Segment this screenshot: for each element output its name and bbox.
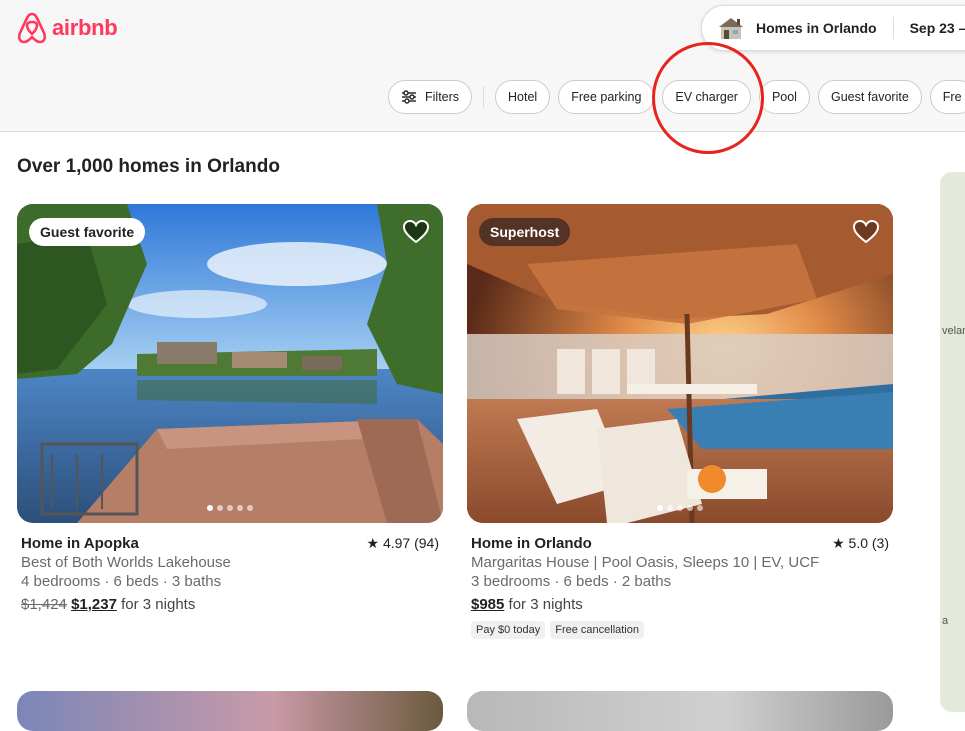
carousel-dot[interactable] bbox=[677, 505, 683, 511]
carousel-dot[interactable] bbox=[237, 505, 243, 511]
map-label: a bbox=[942, 615, 949, 627]
listing-info: Home in Orlando ★ 5.0 (3) Margaritas Hou… bbox=[467, 523, 893, 639]
listing-photo[interactable]: Guest favorite bbox=[17, 204, 443, 523]
listing-name: Best of Both Worlds Lakehouse bbox=[21, 554, 231, 571]
rating-value: 4.97 (94) bbox=[382, 535, 439, 551]
sliders-icon bbox=[402, 90, 416, 104]
airbnb-logo-icon bbox=[17, 12, 47, 44]
listing-rating: ★ 4.97 (94) bbox=[367, 535, 440, 552]
search-location[interactable]: Homes in Orlando bbox=[756, 20, 877, 36]
map-panel[interactable]: velan a bbox=[940, 172, 965, 712]
carousel-dot[interactable] bbox=[217, 505, 223, 511]
house-thumbnail-icon bbox=[719, 18, 743, 39]
heart-icon[interactable] bbox=[403, 219, 429, 245]
listing-price: $985 for 3 nights bbox=[471, 596, 889, 613]
filter-pill-hotel[interactable]: Hotel bbox=[495, 80, 551, 114]
listing-title: Home in Apopka bbox=[21, 535, 139, 552]
photo-carousel-dots bbox=[17, 505, 443, 511]
price-duration: for 3 nights bbox=[508, 596, 583, 613]
star-icon: ★ bbox=[832, 535, 845, 551]
listing-name: Margaritas House | Pool Oasis, Sleeps 10… bbox=[471, 554, 820, 571]
filter-pill-truncated[interactable]: Fre bbox=[929, 80, 965, 114]
filters-label: Filters bbox=[425, 90, 460, 104]
filter-pill-free-parking[interactable]: Free parking bbox=[558, 80, 655, 114]
listing-card-preview[interactable] bbox=[467, 691, 893, 731]
listing-title: Home in Orlando bbox=[471, 535, 592, 552]
listing-price: $1,424 $1,237 for 3 nights bbox=[21, 596, 439, 613]
listing-card[interactable]: Superhost Home in Orlando ★ 5.0 (3) Marg… bbox=[467, 204, 893, 639]
guest-favorite-badge: Guest favorite bbox=[29, 218, 146, 246]
filter-pill-ev-charger[interactable]: EV charger bbox=[662, 80, 751, 114]
listing-info: Home in Apopka ★ 4.97 (94) Best of Both … bbox=[17, 523, 443, 613]
search-dates[interactable]: Sep 23 – 2 bbox=[910, 20, 965, 36]
brand-name: airbnb bbox=[52, 15, 118, 40]
discounted-price[interactable]: $1,237 bbox=[71, 596, 117, 613]
tag-free-cancellation: Free cancellation bbox=[550, 621, 644, 639]
star-icon: ★ bbox=[366, 535, 380, 551]
filters-button[interactable]: Filters bbox=[388, 80, 473, 114]
tag-pay-today: Pay $0 today bbox=[471, 621, 546, 639]
lakehouse-photo bbox=[17, 204, 443, 523]
pool-patio-photo bbox=[467, 204, 893, 523]
carousel-dot[interactable] bbox=[247, 505, 253, 511]
listing-details: 3 bedrooms · 6 beds · 2 baths bbox=[471, 573, 672, 590]
heart-icon[interactable] bbox=[853, 219, 879, 245]
price-duration: for 3 nights bbox=[121, 596, 196, 613]
listing-photo[interactable]: Superhost bbox=[467, 204, 893, 523]
filter-bar: Filters Hotel Free parking EV charger Po… bbox=[388, 80, 965, 114]
carousel-dot[interactable] bbox=[657, 505, 663, 511]
filter-pill-guest-favorite[interactable]: Guest favorite bbox=[817, 80, 922, 114]
price[interactable]: $985 bbox=[471, 596, 504, 613]
header: airbnb Homes in Orlando Sep 23 – 2 Filte… bbox=[0, 0, 965, 132]
carousel-dot[interactable] bbox=[207, 505, 213, 511]
original-price: $1,424 bbox=[21, 596, 67, 613]
rating-value: 5.0 (3) bbox=[848, 535, 889, 551]
results-title: Over 1,000 homes in Orlando bbox=[17, 156, 280, 177]
listing-tags: Pay $0 today Free cancellation bbox=[471, 621, 889, 639]
listing-card[interactable]: Guest favorite Home in Apopka ★ 4.97 (94… bbox=[17, 204, 443, 613]
photo-carousel-dots bbox=[467, 505, 893, 511]
carousel-dot[interactable] bbox=[697, 505, 703, 511]
carousel-dot[interactable] bbox=[667, 505, 673, 511]
superhost-badge: Superhost bbox=[479, 218, 571, 246]
airbnb-logo[interactable]: airbnb bbox=[16, 11, 118, 45]
listing-card-preview[interactable] bbox=[17, 691, 443, 731]
carousel-dot[interactable] bbox=[227, 505, 233, 511]
filter-pill-pool[interactable]: Pool bbox=[758, 80, 810, 114]
listing-rating: ★ 5.0 (3) bbox=[832, 535, 889, 552]
search-bar[interactable]: Homes in Orlando Sep 23 – 2 bbox=[701, 5, 965, 51]
filter-divider bbox=[483, 86, 485, 108]
listing-details: 4 bedrooms · 6 beds · 3 baths bbox=[21, 573, 222, 590]
carousel-dot[interactable] bbox=[687, 505, 693, 511]
search-divider bbox=[892, 17, 894, 39]
map-label: velan bbox=[942, 325, 965, 337]
